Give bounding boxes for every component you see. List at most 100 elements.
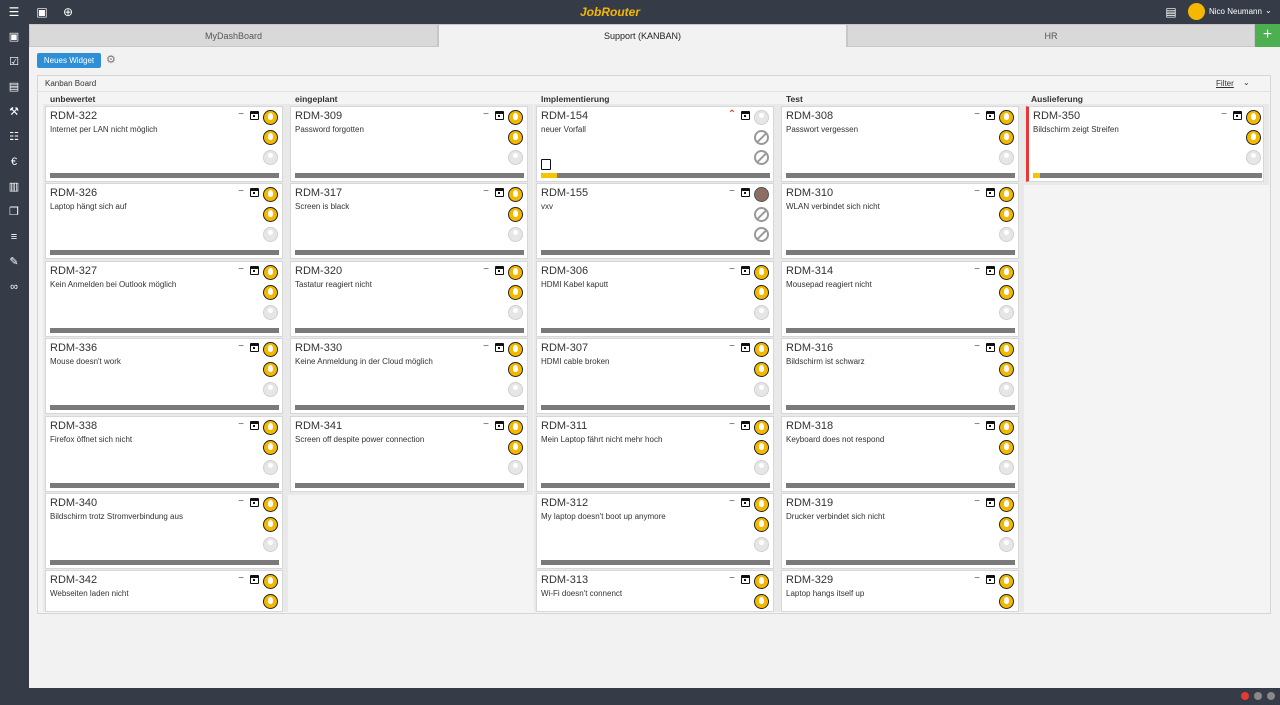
user-avatar-icon[interactable] xyxy=(1246,130,1261,145)
calendar-icon[interactable] xyxy=(495,420,504,430)
calendar-icon[interactable] xyxy=(741,111,750,120)
tab-hr[interactable]: HR xyxy=(847,24,1255,47)
user-avatar-icon[interactable] xyxy=(508,110,523,125)
priority-normal-icon[interactable]: − xyxy=(727,264,737,275)
kanban-card[interactable]: RDM-155 vxv − xyxy=(536,183,774,260)
kanban-card[interactable]: RDM-318 Keyboard does not respond − xyxy=(781,415,1019,492)
blocked-icon[interactable] xyxy=(754,130,769,145)
user-avatar-icon[interactable] xyxy=(263,497,278,512)
new-widget-button[interactable]: Neues Widget xyxy=(37,53,101,68)
kanban-card[interactable]: RDM-330 Keine Anmeldung in der Cloud mögl… xyxy=(290,338,528,415)
calendar-icon[interactable] xyxy=(250,498,259,507)
user-avatar-icon[interactable] xyxy=(508,342,523,358)
calendar-icon[interactable] xyxy=(741,265,750,275)
priority-normal-icon[interactable]: − xyxy=(1219,110,1229,120)
kanban-card[interactable]: RDM-313 Wi-Fi doesn't connenct − xyxy=(536,570,774,612)
kanban-card[interactable]: RDM-314 Mousepad reagiert nicht − xyxy=(781,260,1019,337)
empty-avatar-icon[interactable] xyxy=(999,382,1014,398)
kanban-card[interactable]: RDM-310 WLAN verbindet sich nicht − xyxy=(781,183,1019,260)
empty-avatar-icon[interactable] xyxy=(999,459,1014,475)
priority-normal-icon[interactable]: − xyxy=(236,110,246,120)
priority-normal-icon[interactable]: − xyxy=(972,419,982,430)
empty-avatar-icon[interactable] xyxy=(999,227,1014,243)
user-avatar-icon[interactable] xyxy=(999,439,1014,455)
user-avatar-icon[interactable] xyxy=(999,130,1014,145)
calendar-icon[interactable] xyxy=(986,111,995,120)
calendar-icon[interactable] xyxy=(986,420,995,430)
priority-normal-icon[interactable]: − xyxy=(481,342,491,352)
user-avatar-icon[interactable] xyxy=(754,284,769,300)
calendar-icon[interactable] xyxy=(495,343,504,353)
user-avatar-icon[interactable] xyxy=(263,362,278,378)
user-avatar-icon[interactable] xyxy=(999,362,1014,378)
user-avatar-icon[interactable] xyxy=(263,439,278,455)
user-avatar-icon[interactable] xyxy=(508,130,523,145)
calendar-icon[interactable] xyxy=(250,575,259,585)
user-avatar-icon[interactable] xyxy=(754,497,769,512)
chevron-down-icon[interactable]: ⌄ xyxy=(1243,78,1250,87)
link-icon[interactable]: ∞ xyxy=(7,280,21,294)
euro-icon[interactable]: € xyxy=(7,155,21,169)
user-avatar-icon[interactable] xyxy=(263,517,278,532)
kanban-card[interactable]: RDM-350 Bildschirm zeigt Streifen − xyxy=(1026,106,1264,182)
user-avatar-icon[interactable] xyxy=(508,284,523,300)
user-avatar-icon[interactable] xyxy=(263,419,278,435)
kanban-card[interactable]: RDM-312 My laptop doesn't boot up anymore… xyxy=(536,493,774,569)
user-avatar-icon[interactable] xyxy=(508,362,523,378)
calendar-icon[interactable] xyxy=(986,188,995,198)
kanban-card[interactable]: RDM-317 Screen is black − xyxy=(290,183,528,260)
calendar-icon[interactable] xyxy=(741,498,750,507)
empty-avatar-icon[interactable] xyxy=(263,459,278,475)
kanban-card[interactable]: RDM-308 Passwort vergessen − xyxy=(781,106,1019,182)
user-avatar-icon[interactable] xyxy=(263,264,278,280)
priority-normal-icon[interactable]: − xyxy=(236,419,246,430)
empty-avatar-icon[interactable] xyxy=(754,110,769,125)
empty-avatar-icon[interactable] xyxy=(508,304,523,320)
user-avatar-icon[interactable] xyxy=(754,342,769,358)
user-avatar-icon[interactable] xyxy=(263,594,278,610)
priority-normal-icon[interactable]: − xyxy=(236,497,246,507)
wrench-icon[interactable]: ✎ xyxy=(7,255,21,269)
kanban-card[interactable]: RDM-340 Bildschirm trotz Stromverbindung … xyxy=(45,493,283,569)
user-avatar-icon[interactable] xyxy=(754,439,769,455)
empty-avatar-icon[interactable] xyxy=(754,304,769,320)
calendar-icon[interactable] xyxy=(986,265,995,275)
priority-normal-icon[interactable]: − xyxy=(972,342,982,352)
priority-normal-icon[interactable]: − xyxy=(236,187,246,197)
priority-normal-icon[interactable]: − xyxy=(481,187,491,197)
user-avatar-icon[interactable] xyxy=(754,594,769,610)
user-avatar-icon[interactable] xyxy=(999,342,1014,358)
user-avatar-icon[interactable] xyxy=(508,264,523,280)
empty-avatar-icon[interactable] xyxy=(754,459,769,475)
calendar-icon[interactable] xyxy=(250,188,259,198)
checklist-icon[interactable]: ☷ xyxy=(7,130,21,144)
empty-avatar-icon[interactable] xyxy=(999,304,1014,320)
user-avatar-icon[interactable] xyxy=(754,419,769,435)
tab-mydashboard[interactable]: MyDashBoard xyxy=(29,24,438,47)
priority-normal-icon[interactable]: − xyxy=(727,419,737,430)
add-tab-button[interactable]: + xyxy=(1255,24,1280,47)
user-photo-avatar[interactable] xyxy=(754,187,769,203)
user-avatar-icon[interactable] xyxy=(999,110,1014,125)
copy-icon[interactable]: ❐ xyxy=(7,205,21,219)
user-avatar-icon[interactable] xyxy=(263,130,278,145)
user-avatar-icon[interactable] xyxy=(1246,110,1261,125)
priority-normal-icon[interactable]: − xyxy=(236,342,246,352)
blocked-icon[interactable] xyxy=(754,207,769,223)
calendar-icon[interactable] xyxy=(250,420,259,430)
menu-icon[interactable]: ☰ xyxy=(6,4,22,20)
priority-normal-icon[interactable]: − xyxy=(727,574,737,584)
empty-avatar-icon[interactable] xyxy=(1246,150,1261,165)
kanban-card[interactable]: RDM-320 Tastatur reagiert nicht − xyxy=(290,260,528,337)
kanban-card[interactable]: RDM-336 Mouse doesn't work − xyxy=(45,338,283,415)
kanban-card[interactable]: RDM-329 Laptop hangs itself up − xyxy=(781,570,1019,612)
kanban-card[interactable]: RDM-319 Drucker verbindet sich nicht − xyxy=(781,493,1019,569)
user-avatar-icon[interactable] xyxy=(999,284,1014,300)
user-avatar-icon[interactable] xyxy=(508,419,523,435)
empty-avatar-icon[interactable] xyxy=(263,150,278,165)
chevron-down-icon[interactable]: ⌄ xyxy=(1265,6,1272,15)
user-avatar-icon[interactable] xyxy=(263,342,278,358)
kanban-card[interactable]: RDM-306 HDMI Kabel kaputt − xyxy=(536,260,774,337)
user-avatar-icon[interactable] xyxy=(999,264,1014,280)
calendar-icon[interactable] xyxy=(495,265,504,275)
